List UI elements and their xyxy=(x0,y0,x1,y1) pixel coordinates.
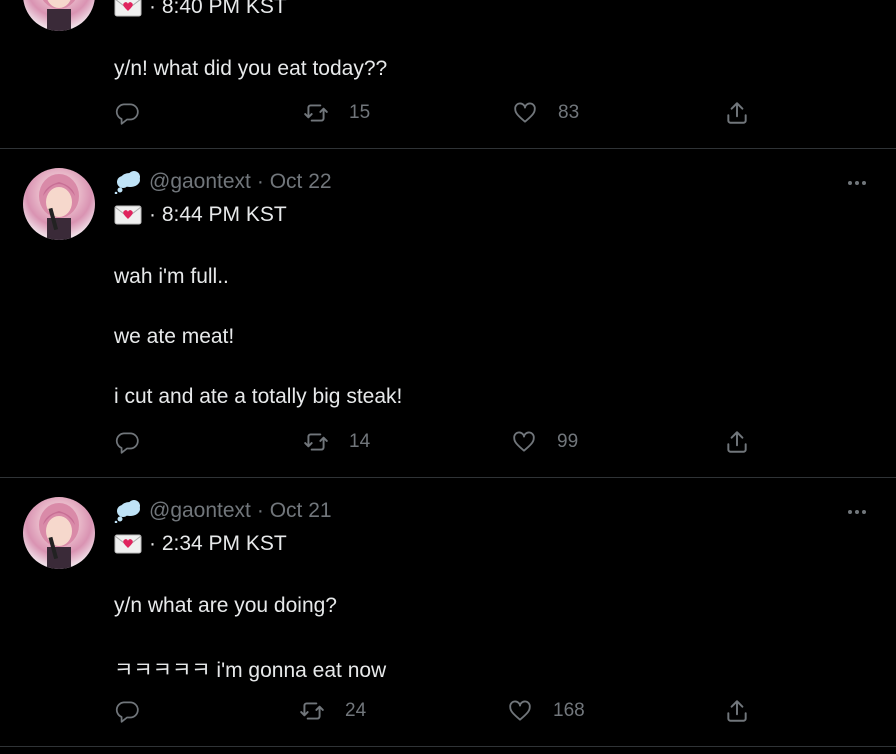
retweet-icon xyxy=(304,104,328,122)
retweet-button[interactable]: 15 xyxy=(303,100,370,126)
tweet-text-line: wah i'm full.. xyxy=(114,265,229,288)
like-count: 83 xyxy=(558,102,580,123)
retweet-button[interactable]: 24 xyxy=(299,698,366,724)
tweet-header: @gaontext · Oct 21 xyxy=(114,499,332,523)
like-count: 168 xyxy=(553,700,585,721)
retweet-count: 15 xyxy=(349,102,371,123)
user-handle[interactable]: @gaontext xyxy=(149,170,251,194)
like-button[interactable]: 168 xyxy=(507,698,585,724)
tweet-text-line: y/n! what did you eat today?? xyxy=(114,57,388,80)
tweet[interactable]: @gaontext · Oct 22 · 8:44 PM KST wah i'm… xyxy=(0,148,896,478)
share-icon xyxy=(727,431,747,453)
tweet-time: · 8:44 PM KST xyxy=(149,203,287,226)
reply-button[interactable] xyxy=(114,429,140,455)
share-icon xyxy=(727,102,747,124)
thought-balloon-icon xyxy=(114,170,142,194)
retweet-count: 14 xyxy=(349,431,371,452)
reply-button[interactable] xyxy=(114,100,140,126)
tweet[interactable]: · 8:40 PM KST y/n! what did you eat toda… xyxy=(0,0,896,149)
like-button[interactable]: 99 xyxy=(511,429,578,455)
avatar-portrait xyxy=(42,0,76,31)
reply-icon xyxy=(115,701,139,723)
tweet-text-line: we ate meat! xyxy=(114,325,235,348)
love-letter-icon xyxy=(114,203,142,227)
retweet-icon xyxy=(304,433,328,451)
avatar[interactable] xyxy=(23,0,95,31)
tweet-text-line: ㅋㅋㅋㅋㅋ i'm gonna eat now xyxy=(114,659,387,682)
heart-icon xyxy=(514,102,536,123)
tweet-feed: · 8:40 PM KST y/n! what did you eat toda… xyxy=(0,0,896,754)
reply-button[interactable] xyxy=(114,698,140,724)
heart-icon xyxy=(513,431,535,452)
tweet-timestamp-line: · 8:40 PM KST xyxy=(114,0,287,19)
tweet-header: @gaontext · Oct 22 xyxy=(114,170,332,194)
reply-icon xyxy=(115,432,139,454)
share-icon xyxy=(727,700,747,722)
tweet-text-line: y/n what are you doing? xyxy=(114,594,337,617)
share-button[interactable] xyxy=(724,100,750,126)
more-icon xyxy=(848,181,866,185)
avatar-portrait xyxy=(39,503,79,569)
heart-icon xyxy=(509,700,531,721)
love-letter-icon xyxy=(114,0,142,19)
retweet-count: 24 xyxy=(345,700,367,721)
avatar[interactable] xyxy=(23,168,95,240)
user-handle[interactable]: @gaontext xyxy=(149,499,251,523)
share-button[interactable] xyxy=(724,698,750,724)
tweet-text-line: i cut and ate a totally big steak! xyxy=(114,385,403,408)
tweet-date[interactable]: · Oct 21 xyxy=(257,499,332,523)
retweet-button[interactable]: 14 xyxy=(303,429,370,455)
tweet-actions: 24 168 xyxy=(0,698,896,728)
tweet-date[interactable]: · Oct 22 xyxy=(257,170,332,194)
more-icon xyxy=(848,510,866,514)
more-options-button[interactable] xyxy=(845,173,869,193)
share-button[interactable] xyxy=(724,429,750,455)
tweet-timestamp-line: · 2:34 PM KST xyxy=(114,532,287,556)
like-button[interactable]: 83 xyxy=(512,100,579,126)
tweet-timestamp-line: · 8:44 PM KST xyxy=(114,203,287,227)
love-letter-icon xyxy=(114,532,142,556)
reply-icon xyxy=(115,103,139,125)
avatar-portrait xyxy=(39,174,79,240)
more-options-button[interactable] xyxy=(845,502,869,522)
tweet[interactable]: @gaontext · Oct 21 · 2:34 PM KST y/n wha… xyxy=(0,477,896,747)
thought-balloon-icon xyxy=(114,499,142,523)
retweet-icon xyxy=(300,702,324,720)
tweet-actions: 15 83 xyxy=(0,100,896,130)
tweet-time: · 2:34 PM KST xyxy=(149,532,287,555)
tweet-time: · 8:40 PM KST xyxy=(149,0,287,18)
avatar[interactable] xyxy=(23,497,95,569)
tweet-actions: 14 99 xyxy=(0,429,896,459)
like-count: 99 xyxy=(557,431,579,452)
